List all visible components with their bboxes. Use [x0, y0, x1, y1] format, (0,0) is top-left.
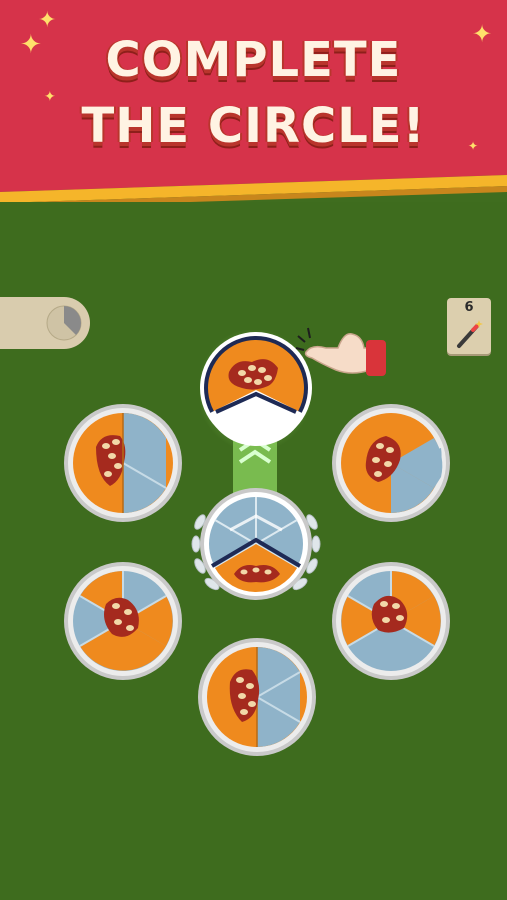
pie-plate-lower-left[interactable] — [62, 560, 184, 682]
title-line-2: THE CIRCLE! — [81, 98, 426, 154]
tap-hand-icon — [295, 327, 386, 376]
pie-plate-upper-left[interactable] — [62, 402, 184, 524]
pie-plate-upper-right[interactable] — [330, 402, 452, 524]
wand-count: 6 — [464, 300, 474, 315]
sparkle-icon: ✦ — [38, 8, 57, 33]
title-banner: ✦ ✦ ✦ ✦ ✦ COMPLETE THE CIRCLE! — [0, 0, 507, 202]
pie-plate-center[interactable] — [182, 470, 330, 618]
progress-tab[interactable] — [0, 297, 90, 349]
pie-plate-bottom[interactable] — [196, 636, 318, 758]
magic-wand-booster[interactable]: 6 — [447, 298, 491, 354]
pie-plate-lower-right[interactable] — [330, 560, 452, 682]
title-line-1: COMPLETE — [105, 32, 402, 88]
pie-progress-icon — [46, 305, 82, 341]
magic-wand-icon — [457, 320, 483, 348]
